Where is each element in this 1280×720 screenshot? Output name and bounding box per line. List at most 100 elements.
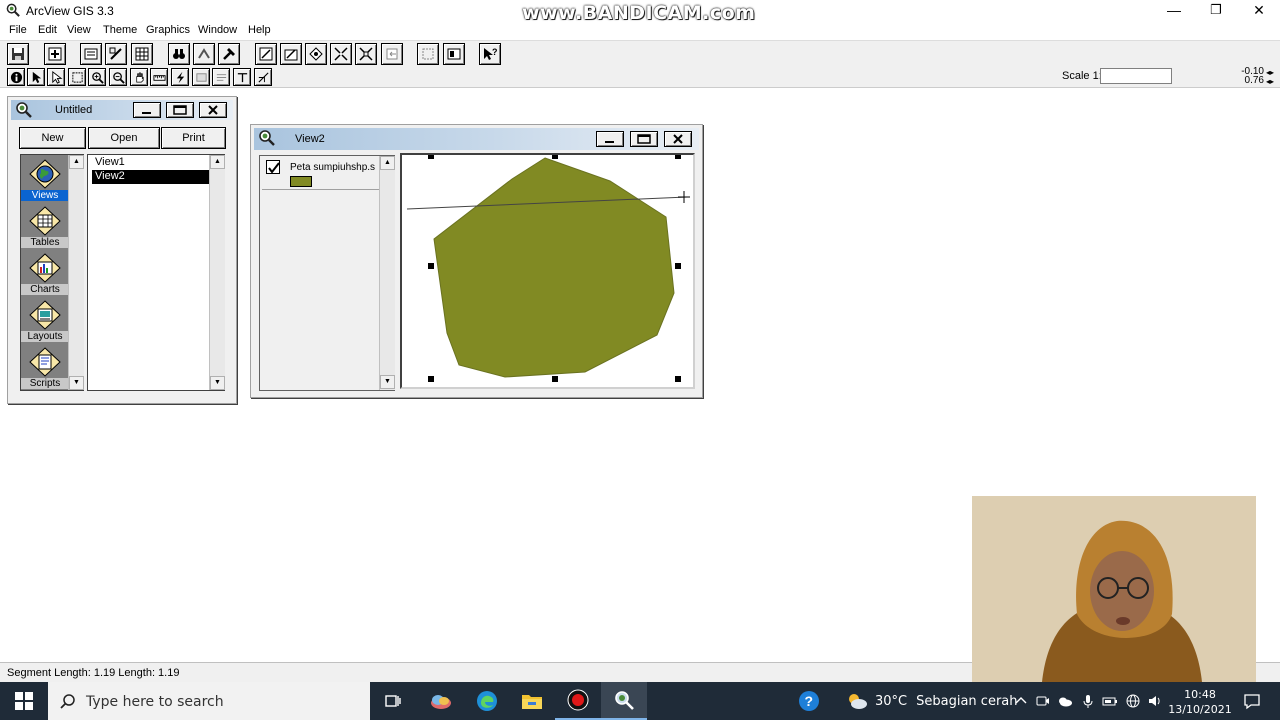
layout-button[interactable] bbox=[443, 43, 465, 65]
doc-type-scripts[interactable]: Scripts bbox=[21, 345, 69, 391]
edit-legend-button[interactable] bbox=[105, 43, 127, 65]
pan-tool[interactable] bbox=[130, 68, 148, 86]
theme-visibility-checkbox[interactable] bbox=[266, 160, 280, 174]
weather-widget[interactable]: 30°C Sebagian cerah bbox=[846, 682, 1018, 720]
doc-type-charts[interactable]: Charts bbox=[21, 251, 69, 297]
table-of-contents: Peta sumpiuhshp.s ▲ ▼ bbox=[259, 155, 395, 391]
add-theme-button[interactable] bbox=[44, 43, 66, 65]
theme-entry[interactable]: Peta sumpiuhshp.s bbox=[262, 158, 382, 190]
query-builder-button[interactable] bbox=[218, 43, 240, 65]
scroll-down-icon[interactable]: ▼ bbox=[380, 375, 395, 389]
scroll-up-icon[interactable]: ▲ bbox=[69, 155, 84, 169]
doc-type-tables[interactable]: Tables bbox=[21, 204, 69, 250]
menu-edit[interactable]: Edit bbox=[38, 24, 57, 36]
app-restore-button[interactable]: ❐ bbox=[1193, 0, 1239, 22]
project-window-titlebar[interactable]: Untitled bbox=[11, 100, 233, 120]
app-close-button[interactable]: ✕ bbox=[1236, 0, 1280, 22]
zoom-out-icon bbox=[112, 71, 125, 84]
taskbar-help-app[interactable]: ? bbox=[786, 682, 832, 720]
menu-file[interactable]: File bbox=[9, 24, 27, 36]
pointer-tool[interactable] bbox=[27, 68, 45, 86]
task-view-button[interactable] bbox=[370, 682, 416, 720]
zoom-to-selected-button[interactable] bbox=[305, 43, 327, 65]
menu-view[interactable]: View bbox=[67, 24, 91, 36]
doc-type-views[interactable]: Views bbox=[21, 157, 69, 203]
scroll-down-icon[interactable]: ▼ bbox=[210, 376, 225, 390]
taskbar-bandicam[interactable] bbox=[555, 682, 601, 720]
zoom-to-themes-button[interactable] bbox=[280, 43, 302, 65]
network-globe-icon[interactable] bbox=[1125, 693, 1141, 709]
taskbar-clock[interactable]: 10:48 13/10/2021 bbox=[1166, 687, 1234, 717]
save-project-button[interactable] bbox=[7, 43, 29, 65]
select-features-button[interactable] bbox=[417, 43, 439, 65]
svg-text:?: ? bbox=[805, 693, 814, 709]
project-close-button[interactable] bbox=[199, 102, 227, 118]
select-feature-tool[interactable] bbox=[68, 68, 86, 86]
zoom-out-button[interactable] bbox=[355, 43, 377, 65]
onedrive-cloud-icon[interactable] bbox=[1057, 693, 1073, 709]
find-button[interactable] bbox=[168, 43, 190, 65]
view-minimize-button[interactable] bbox=[596, 131, 624, 147]
label-tool[interactable] bbox=[212, 68, 230, 86]
help-button[interactable]: ? bbox=[479, 43, 501, 65]
doc-item-view1[interactable]: View1 bbox=[92, 156, 209, 170]
doc-type-layouts[interactable]: Layouts bbox=[21, 298, 69, 344]
zoom-out-tool[interactable] bbox=[109, 68, 127, 86]
zoom-in-button[interactable] bbox=[330, 43, 352, 65]
taskbar-file-explorer[interactable] bbox=[509, 682, 555, 720]
open-theme-table-button[interactable] bbox=[131, 43, 153, 65]
checkmark-icon bbox=[268, 162, 280, 174]
scroll-down-icon[interactable]: ▼ bbox=[69, 376, 84, 390]
microphone-icon[interactable] bbox=[1080, 693, 1096, 709]
theme-properties-button[interactable] bbox=[80, 43, 102, 65]
start-button[interactable] bbox=[0, 682, 48, 720]
map-polygon[interactable] bbox=[433, 157, 675, 378]
map-display[interactable] bbox=[400, 153, 695, 389]
view-maximize-button[interactable] bbox=[630, 131, 658, 147]
project-magnifier-icon bbox=[16, 102, 32, 118]
vertex-edit-tool[interactable] bbox=[47, 68, 65, 86]
view-window-titlebar[interactable]: View2 bbox=[254, 128, 699, 150]
zoom-full-extent-button[interactable] bbox=[255, 43, 277, 65]
measure-tool[interactable] bbox=[150, 68, 168, 86]
view-close-button[interactable] bbox=[664, 131, 692, 147]
menu-theme[interactable]: Theme bbox=[103, 24, 137, 36]
map-canvas[interactable] bbox=[402, 155, 693, 387]
speaker-icon[interactable] bbox=[1147, 693, 1163, 709]
meet-now-icon[interactable] bbox=[1035, 693, 1051, 709]
hot-link-tool[interactable] bbox=[171, 68, 189, 86]
zoom-selected-icon bbox=[309, 47, 323, 61]
toc-scrollbar[interactable]: ▲ ▼ bbox=[379, 156, 395, 390]
draw-tool[interactable] bbox=[254, 68, 272, 86]
pointer-arrow-icon bbox=[32, 71, 41, 83]
open-button[interactable]: Open bbox=[88, 127, 160, 149]
print-button[interactable]: Print bbox=[161, 127, 226, 149]
taskbar-photos-app[interactable] bbox=[418, 682, 464, 720]
doc-types-scrollbar[interactable]: ▲ ▼ bbox=[68, 155, 84, 390]
zoom-previous-button[interactable] bbox=[381, 43, 403, 65]
doc-item-view2[interactable]: View2 bbox=[92, 170, 209, 184]
zoom-in-tool[interactable] bbox=[88, 68, 106, 86]
chevron-up-icon[interactable] bbox=[1013, 693, 1029, 709]
taskbar-search-box[interactable]: Type here to search bbox=[48, 682, 370, 720]
taskbar-edge-app[interactable] bbox=[464, 682, 510, 720]
menu-help[interactable]: Help bbox=[248, 24, 271, 36]
menu-graphics[interactable]: Graphics bbox=[146, 24, 190, 36]
scroll-up-icon[interactable]: ▲ bbox=[210, 155, 225, 169]
text-tool[interactable] bbox=[233, 68, 251, 86]
menu-window[interactable]: Window bbox=[198, 24, 237, 36]
battery-icon[interactable] bbox=[1102, 693, 1118, 709]
notifications-icon[interactable] bbox=[1243, 692, 1261, 710]
project-maximize-button[interactable] bbox=[166, 102, 194, 118]
new-button[interactable]: New bbox=[19, 127, 86, 149]
scroll-up-icon[interactable]: ▲ bbox=[380, 156, 395, 170]
windows-logo-icon bbox=[15, 692, 33, 710]
doc-list-scrollbar[interactable]: ▲ ▼ bbox=[209, 155, 225, 390]
project-minimize-button[interactable] bbox=[133, 102, 161, 118]
identify-tool[interactable] bbox=[7, 68, 25, 86]
area-of-interest-tool[interactable] bbox=[192, 68, 210, 86]
app-minimize-button[interactable]: — bbox=[1151, 0, 1197, 22]
taskbar-arcview[interactable] bbox=[601, 682, 647, 720]
scale-input[interactable] bbox=[1100, 68, 1172, 84]
locate-address-button[interactable] bbox=[193, 43, 215, 65]
